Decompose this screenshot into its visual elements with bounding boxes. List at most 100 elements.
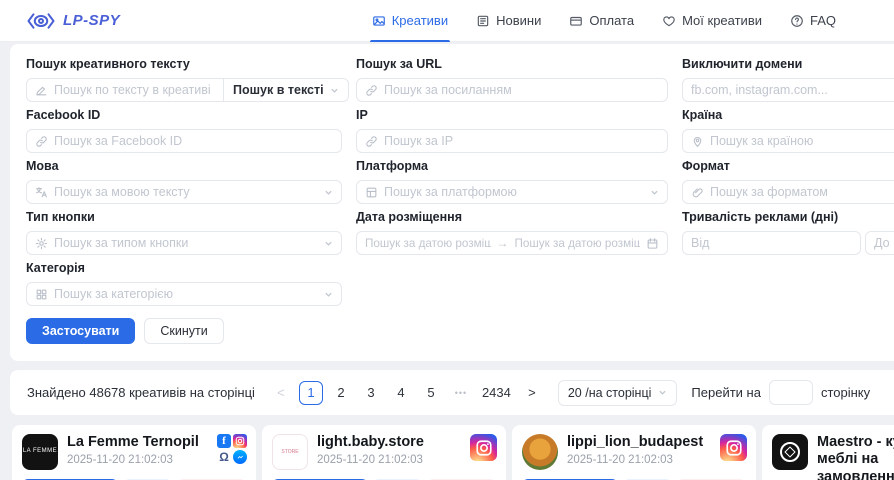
pagination: < 1 2 3 4 5 ••• 2434 > [269,381,544,405]
field-label: Виключити домени [682,57,894,71]
card-title: light.baby.store [317,434,424,451]
field-label: Тривалість реклами (дні) [682,210,894,224]
duration-to-input[interactable] [874,236,894,250]
reset-button[interactable]: Скинути [144,318,223,344]
messenger-icon [233,450,247,464]
field-category: Категорія Пошук за категорією [26,261,342,306]
pagination-next-button[interactable]: > [520,381,544,405]
field-label: Країна [682,108,894,122]
translate-icon [35,186,48,199]
nav-label: Оплата [589,13,634,28]
creative-card[interactable]: LA FEMME La Femme Ternopil 2025-11-20 21… [12,425,256,480]
card-date: 2025-11-20 21:02:03 [67,454,199,466]
category-select[interactable]: Пошук за категорією [26,282,342,306]
nav-label: Новини [496,13,541,28]
creative-text-input[interactable] [54,83,215,97]
instagram-icon [233,434,247,448]
link-icon [365,84,378,97]
facebook-id-input[interactable] [54,134,333,148]
field-label: Дата розміщення [356,210,668,224]
chevron-down-icon [324,290,333,299]
network-icons [720,434,747,461]
calendar-icon [646,237,659,250]
pagination-page-1[interactable]: 1 [299,381,323,405]
field-ip: IP [356,108,668,153]
duration-from-input[interactable] [691,236,852,250]
nav-item-my-creatives[interactable]: Мої креативи [662,0,762,42]
language-select[interactable]: Пошук за мовою тексту [26,180,342,204]
brand-name: LP-SPY [63,12,120,29]
gear-icon [35,237,48,250]
main-nav: Креативи Новини Оплата Мої креативи FAQ [372,0,836,42]
field-label: IP [356,108,668,122]
brand-logo[interactable]: LP-SPY [26,11,120,31]
question-icon [790,14,804,28]
field-label: Категорія [26,261,342,275]
avatar: LA FEMME [22,434,58,470]
apply-button[interactable]: Застосувати [26,318,135,344]
chevron-down-icon [324,188,333,197]
results-summary: Знайдено 48678 креативів на сторінці [27,385,255,400]
heart-icon [662,14,676,28]
card-title: lippi_lion_budapest [567,434,703,451]
pagination-prev-button[interactable]: < [269,381,293,405]
ip-input[interactable] [384,134,659,148]
image-icon [372,14,386,28]
pagination-page-3[interactable]: 3 [359,381,383,405]
nav-item-creatives[interactable]: Креативи [372,0,448,42]
nav-label: FAQ [810,13,836,28]
card-date: 2025-11-20 21:02:03 [317,454,424,466]
platform-select[interactable]: Пошук за платформою [356,180,668,204]
instagram-icon [470,434,497,461]
chevron-down-icon [330,86,339,95]
field-platform: Платформа Пошук за платформою [356,159,668,204]
field-format: Формат [682,159,894,204]
creative-card[interactable]: STORE light.baby.store 2025-11-20 21:02:… [262,425,506,480]
eye-icon [26,11,56,31]
results-bar: Знайдено 48678 креативів на сторінці < 1… [10,370,894,415]
pagination-page-5[interactable]: 5 [419,381,443,405]
pen-icon [35,84,48,97]
chevron-down-icon [324,239,333,248]
creative-card[interactable]: lippi_lion_budapest 2025-11-20 21:02:03 … [512,425,756,480]
search-mode-select[interactable]: Пошук в тексті [224,78,349,102]
network-icons [470,434,497,461]
field-placement-date: Дата розміщення Пошук за датою розміщенн… [356,210,668,255]
field-exclude-domains: Виключити домени [682,57,894,102]
avatar: STORE [272,434,308,470]
avatar [522,434,558,470]
pagination-page-4[interactable]: 4 [389,381,413,405]
goto-suffix: сторінку [821,385,870,400]
goto-prefix: Перейти на [691,385,761,400]
format-input[interactable] [710,185,894,199]
pagination-page-2434[interactable]: 2434 [479,381,514,405]
link-icon [365,135,378,148]
nav-item-news[interactable]: Новини [476,0,541,42]
creatives-grid: LA FEMME La Femme Ternopil 2025-11-20 21… [12,425,894,480]
field-language: Мова Пошук за мовою тексту [26,159,342,204]
goto-page-input[interactable] [769,380,813,405]
exclude-domains-input[interactable] [691,83,894,97]
country-input[interactable] [710,134,894,148]
field-label: Пошук креативного тексту [26,57,342,71]
location-pin-icon [691,135,704,148]
field-label: Facebook ID [26,108,342,122]
goto-page: Перейти на сторінку [691,380,870,405]
pagination-page-2[interactable]: 2 [329,381,353,405]
card-title: Maestro - кухні, меблі на замовлення в У… [817,434,894,480]
nav-item-faq[interactable]: FAQ [790,0,836,42]
platform-icon [365,186,378,199]
date-range-picker[interactable]: Пошук за датою розміщення → Пошук за дат… [356,231,668,255]
field-label: Формат [682,159,894,173]
chevron-down-icon [658,388,667,397]
field-label: Мова [26,159,342,173]
button-type-select[interactable]: Пошук за типом кнопки [26,231,342,255]
field-creative-text: Пошук креативного тексту Пошук в тексті [26,57,342,102]
url-input[interactable] [384,83,659,97]
creative-card[interactable]: Maestro - кухні, меблі на замовлення в У… [762,425,894,480]
pagination-ellipsis[interactable]: ••• [449,381,473,405]
page-size-select[interactable]: 20 /на сторінці [558,380,678,406]
app-header: LP-SPY Креативи Новини Оплата Мої креати… [0,0,894,42]
avatar [772,434,808,470]
nav-item-payment[interactable]: Оплата [569,0,634,42]
